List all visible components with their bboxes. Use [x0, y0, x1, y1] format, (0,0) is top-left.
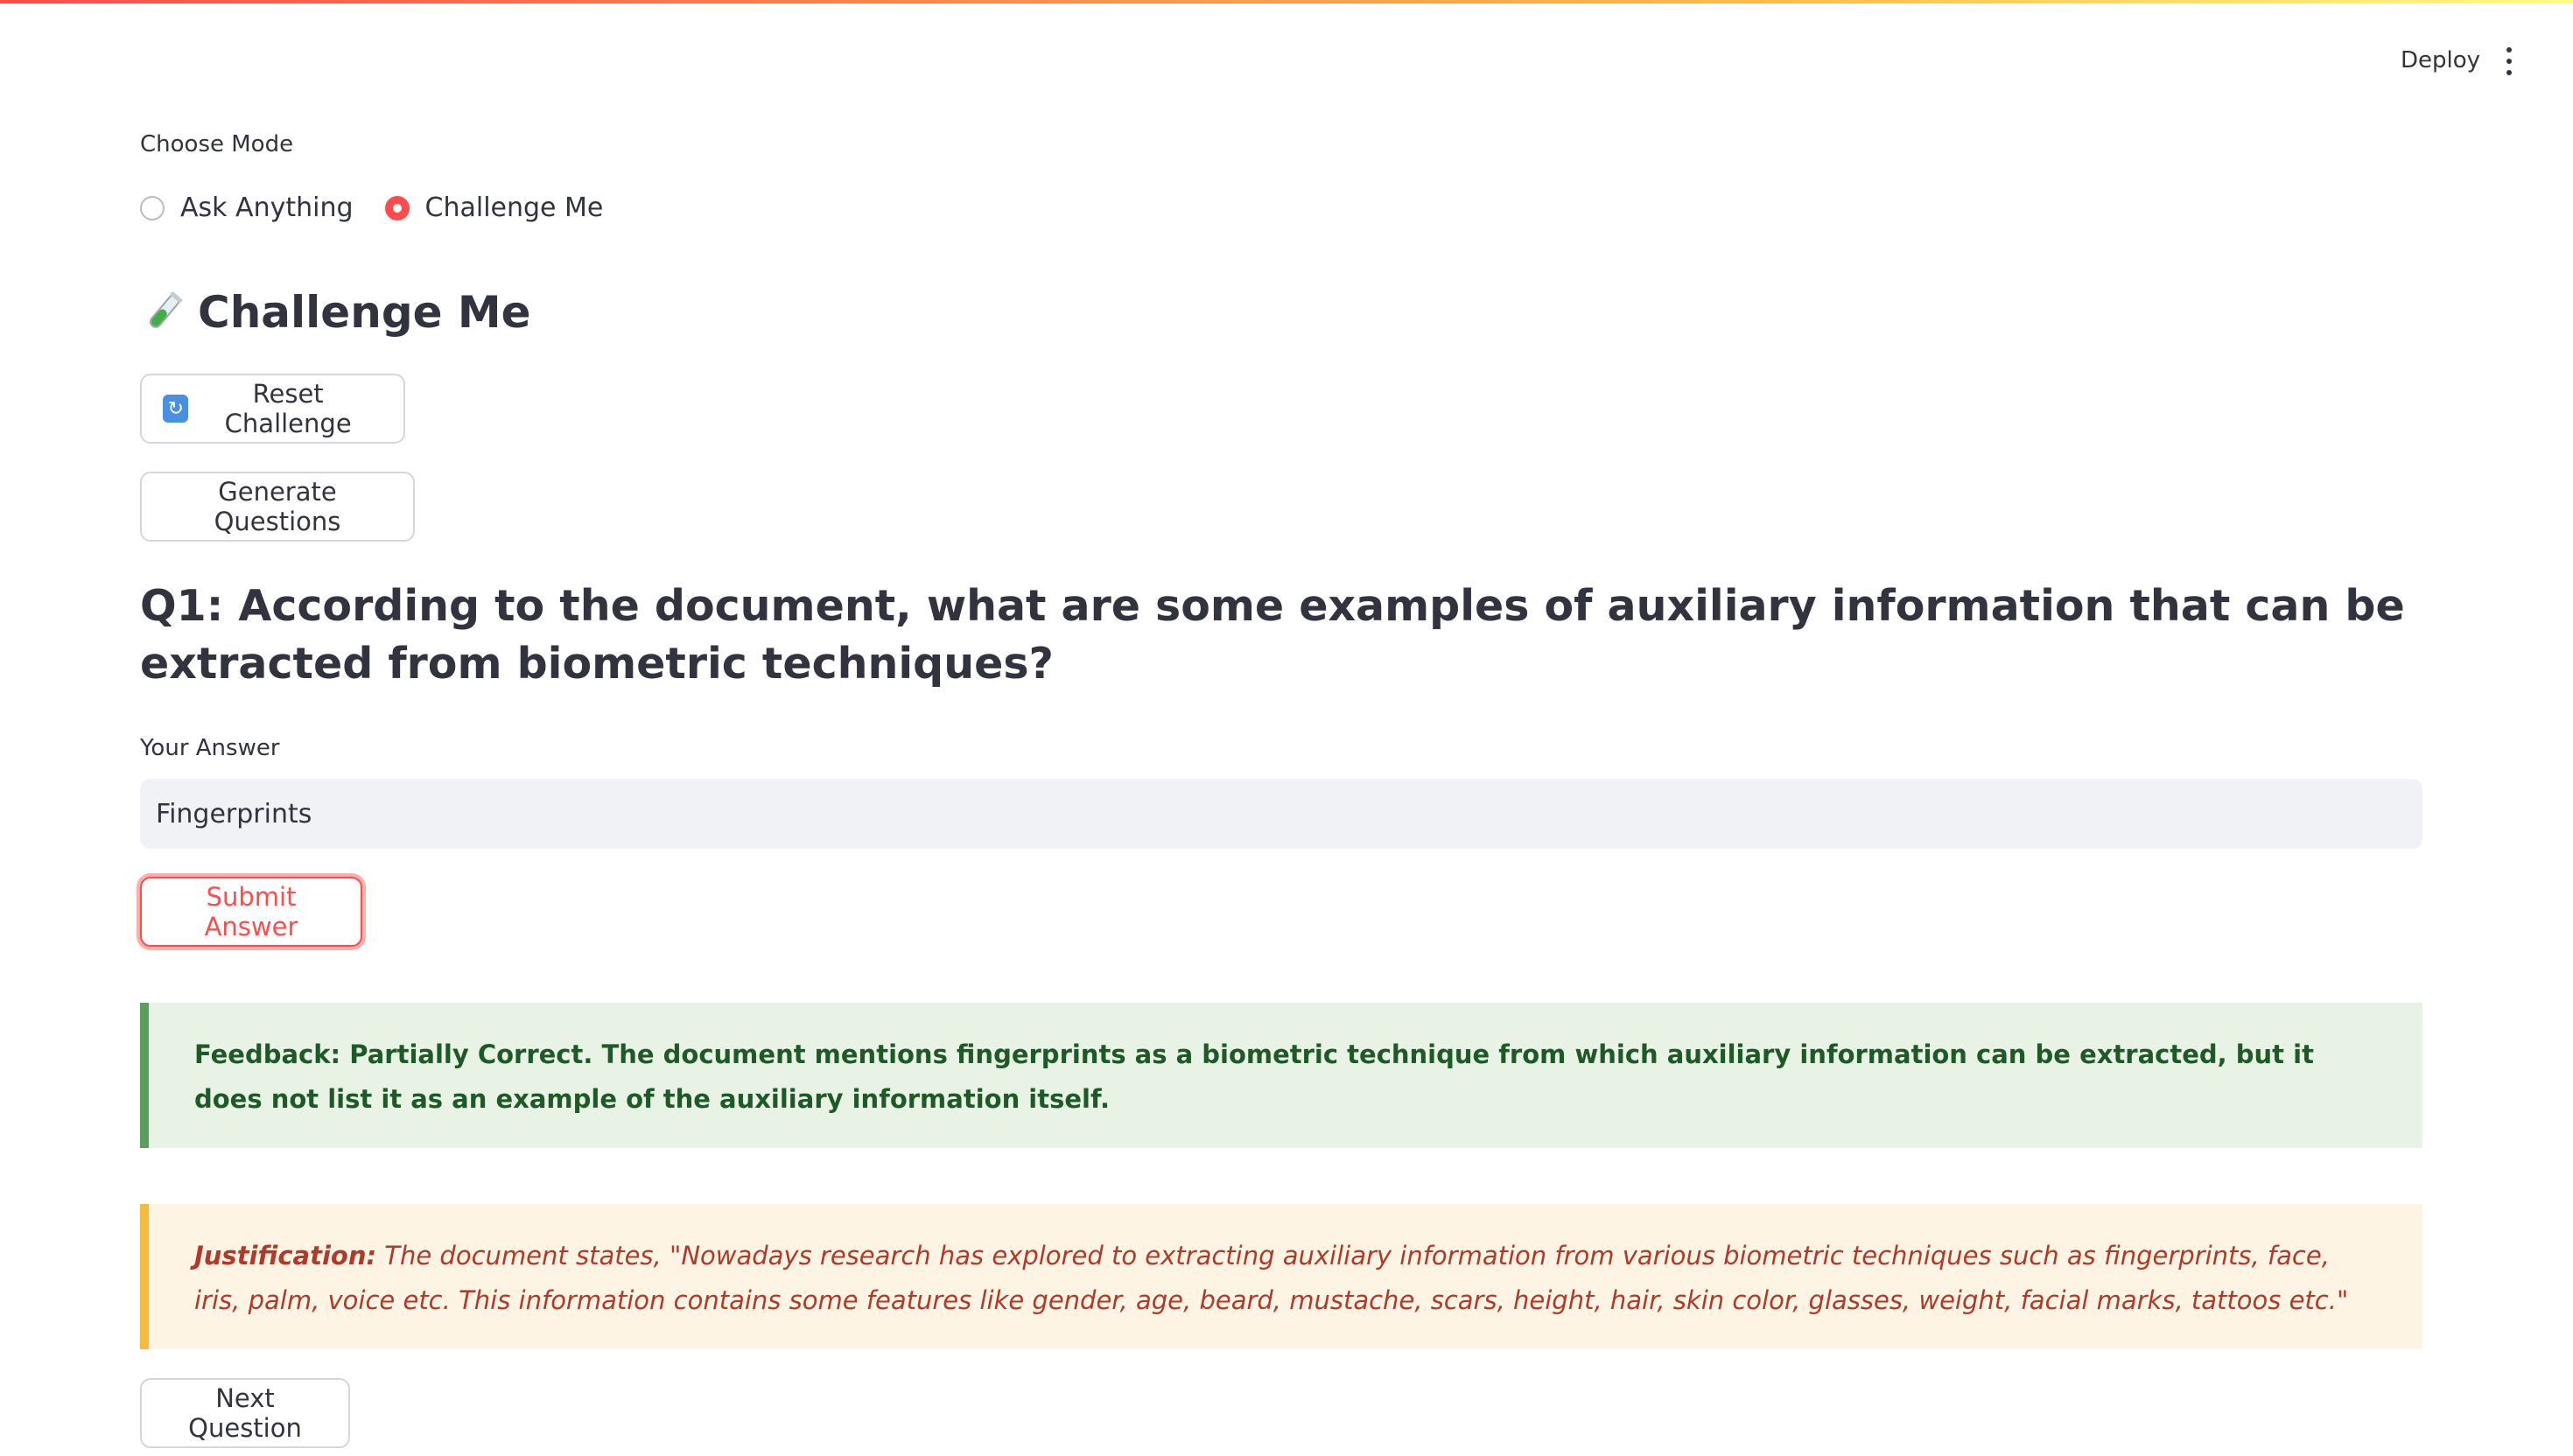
submit-answer-button[interactable]: Submit Answer: [140, 877, 362, 947]
answer-label: Your Answer: [140, 735, 280, 761]
mode-radio-group: Ask Anything Challenge Me: [140, 192, 634, 223]
radio-checked-icon[interactable]: [384, 195, 410, 220]
radio-unchecked-icon[interactable]: [140, 195, 165, 220]
next-question-label: Next Question: [188, 1383, 302, 1443]
menu-dot: [2506, 47, 2512, 52]
reset-challenge-label: Reset Challenge: [224, 379, 352, 438]
radio-label-challenge-me: Challenge Me: [424, 192, 604, 223]
deploy-button[interactable]: Deploy: [2401, 47, 2480, 74]
page-title: Challenge Me: [140, 287, 531, 338]
radio-challenge-me[interactable]: Challenge Me: [384, 192, 604, 223]
page-title-text: Challenge Me: [198, 287, 531, 338]
next-question-button[interactable]: Next Question: [140, 1378, 350, 1448]
reset-challenge-button[interactable]: ↻ Reset Challenge: [140, 374, 405, 444]
top-decoration-bar: [0, 0, 2573, 4]
answer-input[interactable]: [140, 779, 2422, 849]
justification-alert: Justification: The document states, "Now…: [140, 1204, 2422, 1349]
repeat-icon: ↻: [163, 395, 189, 423]
radio-ask-anything[interactable]: Ask Anything: [140, 192, 354, 223]
kebab-menu-icon[interactable]: [2505, 47, 2513, 75]
justification-text: The document states, "Nowadays research …: [194, 1241, 2349, 1315]
menu-dot: [2506, 59, 2512, 64]
feedback-alert: Feedback: Partially Correct. The documen…: [140, 1003, 2422, 1148]
mode-label: Choose Mode: [140, 131, 294, 158]
menu-dot: [2506, 70, 2512, 75]
question-heading: Q1: According to the document, what are …: [140, 581, 2405, 689]
radio-label-ask-anything: Ask Anything: [180, 192, 354, 223]
justification-heading: Justification:: [194, 1241, 377, 1270]
test-tube-icon: [150, 291, 183, 328]
generate-questions-label: Generate Questions: [214, 477, 341, 536]
feedback-text: Feedback: Partially Correct. The documen…: [194, 1040, 2314, 1114]
generate-questions-button[interactable]: Generate Questions: [140, 472, 415, 542]
submit-answer-label: Submit Answer: [204, 882, 298, 942]
